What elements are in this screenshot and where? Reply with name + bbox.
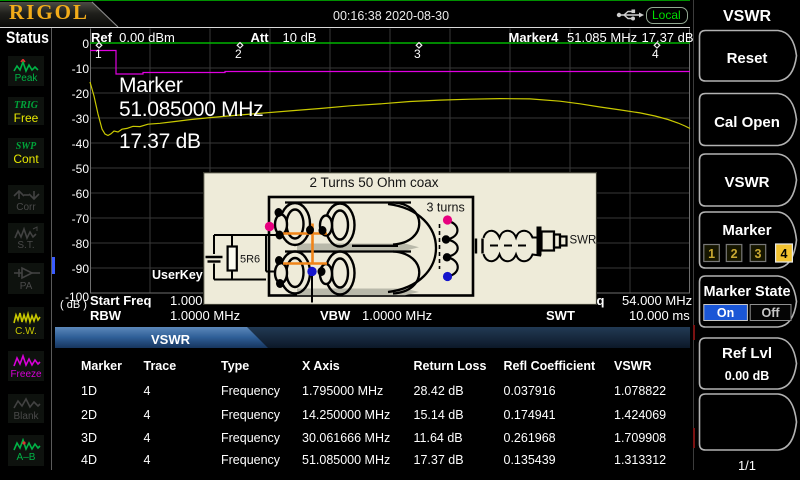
svg-text:2 Turns 50 Ohm coax: 2 Turns 50 Ohm coax <box>309 175 438 190</box>
svg-text:SWR: SWR <box>570 235 597 247</box>
svg-text:3 turns: 3 turns <box>427 201 465 215</box>
svg-text:5R6: 5R6 <box>240 254 260 266</box>
